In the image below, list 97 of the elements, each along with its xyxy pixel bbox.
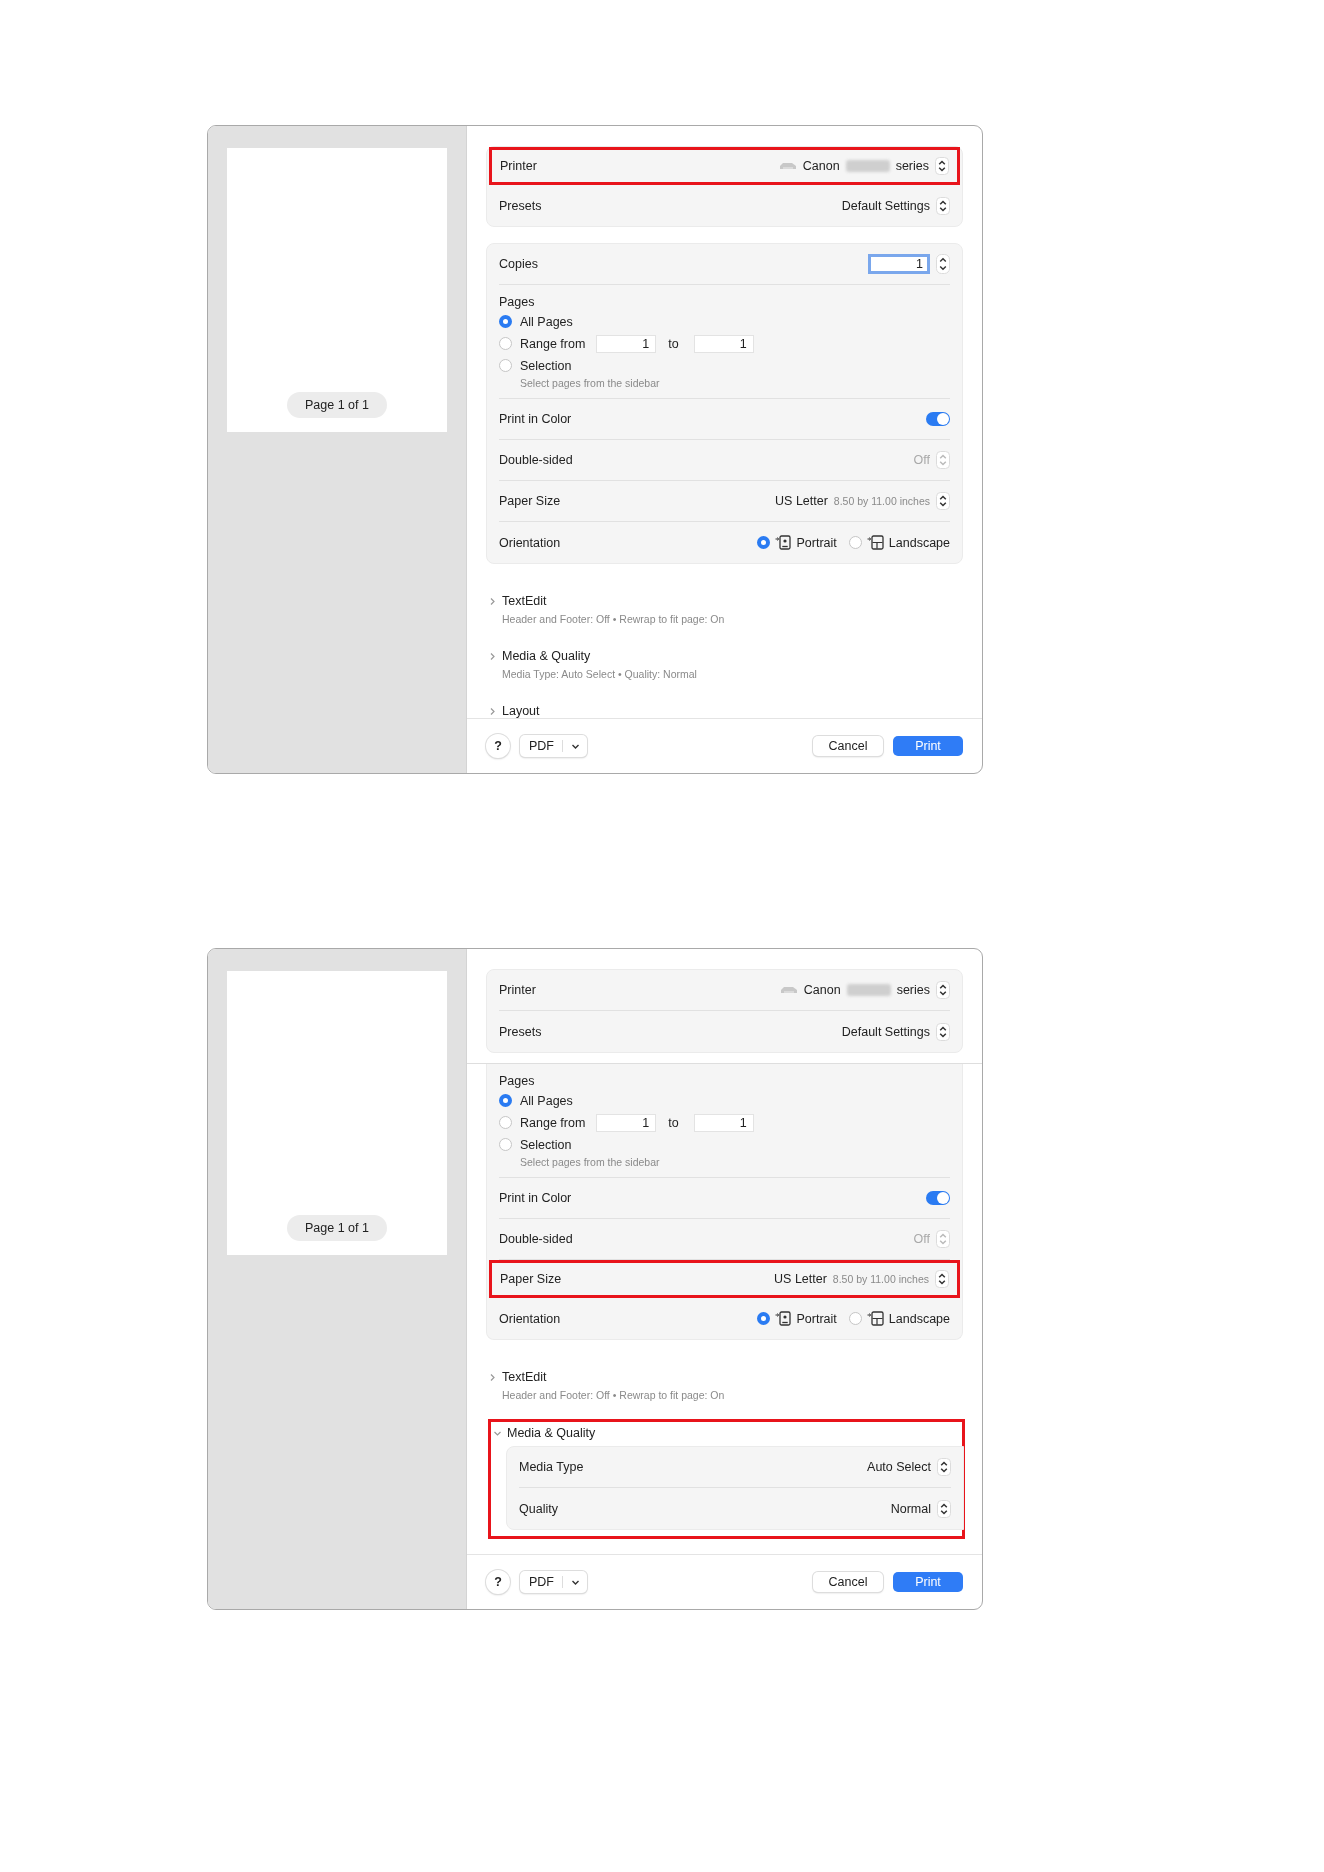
section-header[interactable]: Layout [488, 704, 540, 718]
range-from-field[interactable]: 1 [596, 1113, 657, 1132]
printer-popup[interactable]: Canon series [779, 981, 950, 999]
page-portrait-icon [774, 535, 792, 550]
setting-label: Paper Size [499, 494, 561, 508]
pdf-menu-button[interactable]: PDF [520, 735, 587, 757]
setting-label: Copies [499, 257, 538, 271]
help-button[interactable]: ? [486, 1570, 510, 1594]
setting-label: Printer [499, 983, 536, 997]
copies-field[interactable]: 1 [868, 254, 930, 274]
redaction-blur [845, 160, 890, 172]
popup-button[interactable]: Default Settings [841, 1022, 950, 1041]
radio-button[interactable] [499, 337, 512, 350]
radio-button[interactable] [756, 1312, 770, 1325]
popup-button[interactable]: US Letter 8.50 by 11.00 inches [775, 492, 950, 510]
printer-popup[interactable]: Canon series [778, 157, 949, 175]
stepper-icon[interactable] [936, 254, 950, 274]
setting-label: Media Type [519, 1460, 584, 1474]
range-to-field[interactable]: 1 [693, 1113, 754, 1132]
popup-button[interactable]: US Letter 8.50 by 11.00 inches [774, 1270, 949, 1288]
setting-label: Print in Color [499, 412, 572, 426]
toggle-switch[interactable] [926, 1191, 950, 1205]
section-header[interactable]: TextEdit [488, 1370, 547, 1384]
page-label: Page 1 of 1 [287, 1215, 387, 1241]
popup-arrows-icon [936, 981, 950, 999]
help-button[interactable]: ? [486, 734, 510, 758]
option-label: All Pages [520, 1093, 573, 1108]
option-label: Portrait [796, 1311, 837, 1326]
setting-label: Presets [499, 198, 542, 213]
chevron-right-icon [488, 1372, 497, 1382]
chevron-right-icon [488, 596, 497, 606]
radio-button[interactable] [756, 536, 770, 549]
page-portrait-icon [774, 1311, 792, 1326]
option-label: Selection [520, 1137, 572, 1152]
page-landscape-icon [866, 1311, 884, 1326]
setting-label: Pages [499, 1074, 536, 1088]
page-landscape-icon [866, 535, 884, 550]
section-header[interactable]: Media & Quality [493, 1426, 596, 1440]
option-label: Landscape [888, 535, 950, 550]
radio-button[interactable] [499, 1116, 512, 1129]
radio-button[interactable] [499, 359, 512, 372]
section-header[interactable]: Media & Quality [488, 649, 591, 663]
print-button[interactable]: Print [893, 736, 963, 756]
radio-button[interactable] [848, 536, 862, 549]
page-label: Page 1 of 1 [287, 392, 387, 418]
range-to-label: to [668, 1115, 679, 1130]
popup-arrows-icon [936, 1022, 950, 1041]
setting-label: Double-sided [499, 453, 573, 467]
redaction-blur [846, 984, 891, 996]
popup-arrows-icon [937, 1458, 951, 1476]
printer-icon [778, 161, 797, 171]
cancel-button[interactable]: Cancel [813, 1572, 883, 1592]
popup-button[interactable]: Default Settings [841, 196, 950, 215]
setting-label: Orientation [499, 1311, 561, 1326]
pdf-menu-button[interactable]: PDF [520, 1571, 587, 1593]
range-to-field[interactable]: 1 [693, 334, 754, 353]
toggle-switch[interactable] [926, 412, 950, 426]
popup-button[interactable]: Auto Select [867, 1458, 951, 1476]
setting-label: Printer [500, 159, 537, 173]
setting-label: Paper Size [500, 1272, 562, 1286]
option-label: Range from [520, 1115, 586, 1130]
hint-text: Select pages from the sidebar [520, 1156, 661, 1168]
radio-button[interactable] [499, 315, 512, 328]
option-label: All Pages [520, 314, 573, 329]
section-summary: Media Type: Auto Select • Quality: Normal [502, 668, 698, 680]
option-label: Range from [520, 336, 586, 351]
printer-icon [779, 985, 798, 995]
setting-label: Presets [499, 1024, 542, 1039]
range-to-label: to [668, 336, 679, 351]
option-label: Portrait [796, 535, 837, 550]
radio-button[interactable] [499, 1138, 512, 1151]
popup-arrows-icon [935, 1270, 949, 1288]
popup-arrows-icon [936, 492, 950, 510]
popup-button[interactable]: Normal [890, 1499, 951, 1518]
popup-arrows-icon [935, 157, 949, 175]
range-from-field[interactable]: 1 [596, 334, 657, 353]
section-summary: Header and Footer: Off • Rewrap to fit page: On [502, 1389, 726, 1401]
chevron-right-icon [488, 706, 497, 716]
cancel-button[interactable]: Cancel [813, 736, 883, 756]
radio-button[interactable] [848, 1312, 862, 1325]
setting-label: Orientation [499, 535, 561, 550]
setting-label: Print in Color [499, 1191, 572, 1205]
setting-label: Double-sided [499, 1232, 573, 1246]
popup-arrows-icon [936, 1230, 950, 1248]
setting-label: Pages [499, 295, 536, 309]
popup-arrows-icon [937, 1499, 951, 1518]
setting-label: Quality [519, 1501, 558, 1516]
section-summary: Header and Footer: Off • Rewrap to fit page: On [502, 613, 726, 625]
option-label: Landscape [888, 1311, 950, 1326]
popup-arrows-icon [936, 451, 950, 469]
hint-text: Select pages from the sidebar [520, 377, 661, 389]
option-label: Selection [520, 358, 572, 373]
print-button[interactable]: Print [893, 1572, 963, 1592]
popup-arrows-icon [936, 196, 950, 215]
section-header[interactable]: TextEdit [488, 594, 547, 608]
chevron-right-icon [488, 651, 497, 661]
radio-button[interactable] [499, 1094, 512, 1107]
